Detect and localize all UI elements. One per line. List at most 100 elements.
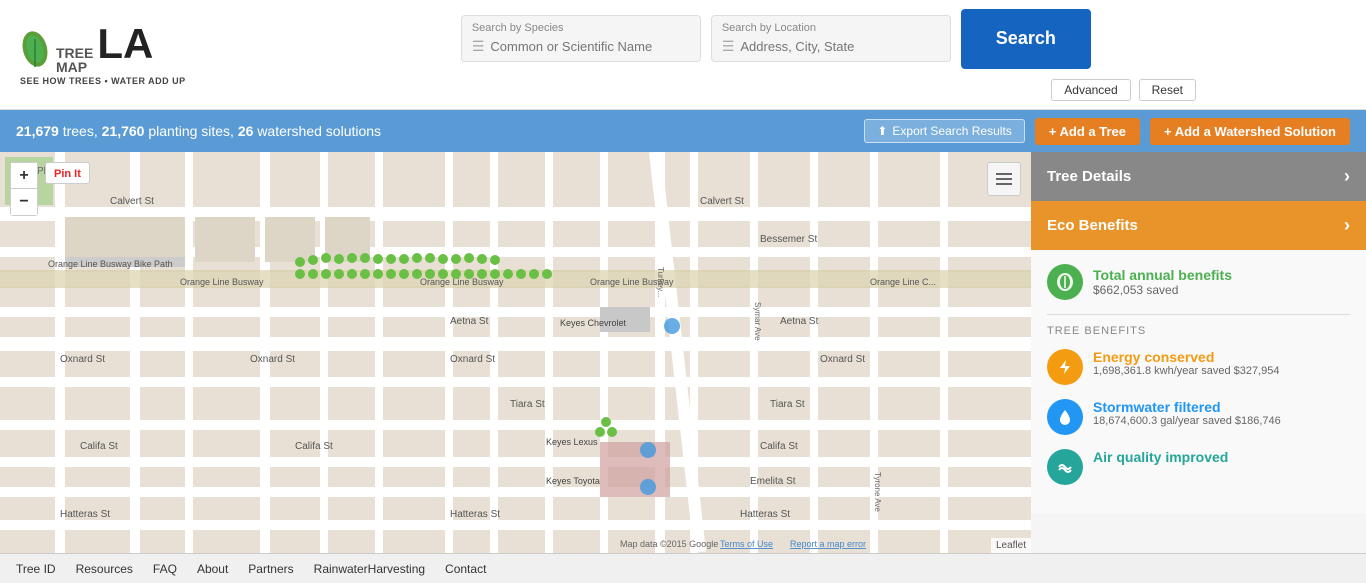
svg-text:Orange Line C...: Orange Line C... [870, 277, 936, 287]
footer-contact[interactable]: Contact [445, 562, 486, 576]
eco-benefits-label: Eco Benefits [1047, 217, 1138, 234]
svg-text:Oxnard St: Oxnard St [250, 354, 295, 365]
svg-text:Aetna St: Aetna St [450, 316, 489, 327]
svg-text:Califa St: Califa St [760, 441, 798, 452]
energy-text: Energy conserved 1,698,361.8 kwh/year sa… [1093, 349, 1280, 377]
sites-label: planting sites, [148, 123, 238, 139]
species-input[interactable] [490, 39, 689, 54]
svg-text:Hatteras St: Hatteras St [60, 509, 110, 520]
svg-text:Report a map error: Report a map error [790, 539, 866, 549]
energy-icon [1047, 349, 1083, 385]
air-quality-icon [1047, 449, 1083, 485]
main-content: Plano Park Calvert St Calvert St Besseme… [0, 152, 1366, 553]
search-button[interactable]: Search [961, 9, 1091, 69]
watershed-label: watershed solutions [257, 123, 381, 139]
svg-text:Map data ©2015 Google: Map data ©2015 Google [620, 539, 718, 549]
footer-faq[interactable]: FAQ [153, 562, 177, 576]
species-search-box: Search by Species ☰ [461, 15, 701, 62]
svg-text:Emelita St: Emelita St [750, 476, 796, 487]
map-canvas: Plano Park Calvert St Calvert St Besseme… [0, 152, 1031, 553]
energy-value: 1,698,361.8 kwh/year saved $327,954 [1093, 365, 1280, 377]
tree-details-label: Tree Details [1047, 168, 1131, 185]
stormwater-text: Stormwater filtered 18,674,600.3 gal/yea… [1093, 399, 1281, 427]
svg-text:Califa St: Califa St [295, 441, 333, 452]
logo: TREE MAP LA [20, 23, 153, 74]
svg-text:Aetna St: Aetna St [780, 316, 819, 327]
layers-button[interactable] [987, 162, 1021, 196]
export-button[interactable]: ⬆ Export Search Results [864, 119, 1024, 143]
leaf-icon [20, 29, 50, 69]
hamburger-icon: ☰ [472, 38, 485, 55]
map-area[interactable]: Plano Park Calvert St Calvert St Besseme… [0, 152, 1031, 553]
air-quality-label: Air quality improved [1093, 449, 1228, 465]
svg-text:Orange Line Busway Bike Path: Orange Line Busway Bike Path [48, 259, 173, 269]
total-benefits-icon [1047, 264, 1083, 300]
zoom-in-button[interactable]: + [11, 163, 37, 189]
right-panel: Tree Details › Eco Benefits › Total an [1031, 152, 1366, 553]
svg-text:Keyes Chevrolet: Keyes Chevrolet [560, 318, 627, 328]
trees-label: trees, [63, 123, 102, 139]
footer-tree-id[interactable]: Tree ID [16, 562, 56, 576]
trees-count: 21,679 [16, 123, 59, 139]
search-inputs: Search by Species ☰ Search by Location ☰ [461, 15, 951, 62]
total-benefits: Total annual benefits $662,053 saved [1047, 264, 1350, 300]
svg-text:Orange Line Busway: Orange Line Busway [180, 277, 264, 287]
location-label: Search by Location [722, 22, 940, 34]
species-input-row: ☰ [472, 38, 690, 55]
air-icon [1056, 458, 1074, 476]
tree-details-chevron: › [1344, 166, 1350, 187]
logo-map-text: MAP [56, 60, 93, 74]
footer-rainwater[interactable]: RainwaterHarvesting [314, 562, 425, 576]
advanced-button[interactable]: Advanced [1051, 79, 1130, 101]
pin-label: Pin It [54, 168, 81, 180]
total-benefits-value: $662,053 saved [1093, 283, 1232, 297]
advanced-reset-row: Advanced Reset [206, 79, 1346, 101]
bolt-icon [1056, 358, 1074, 376]
svg-text:Hatteras St: Hatteras St [740, 509, 790, 520]
logo-area: TREE MAP LA SEE HOW TREES • WATER ADD UP [20, 23, 186, 86]
svg-text:Calvert St: Calvert St [110, 196, 154, 207]
svg-text:Orange Line Busway: Orange Line Busway [420, 277, 504, 287]
energy-label: Energy conserved [1093, 349, 1280, 365]
add-tree-button[interactable]: + Add a Tree [1035, 118, 1140, 145]
stormwater-icon [1047, 399, 1083, 435]
eco-benefits-header[interactable]: Eco Benefits › [1031, 201, 1366, 250]
svg-text:Symar Ave: Symar Ave [753, 302, 762, 341]
species-label: Search by Species [472, 22, 690, 34]
air-quality-benefit: Air quality improved [1047, 449, 1350, 485]
location-input[interactable] [740, 39, 939, 54]
svg-text:Calvert St: Calvert St [700, 196, 744, 207]
footer-partners[interactable]: Partners [248, 562, 293, 576]
map-attribution: Leaflet [991, 538, 1031, 553]
total-benefits-label: Total annual benefits [1093, 267, 1232, 283]
tree-details-header[interactable]: Tree Details › [1031, 152, 1366, 201]
add-watershed-button[interactable]: + Add a Watershed Solution [1150, 118, 1350, 145]
svg-text:Tyrone Ave: Tyrone Ave [873, 472, 882, 512]
sites-count: 21,760 [102, 123, 145, 139]
svg-text:Terms of Use: Terms of Use [720, 539, 773, 549]
zoom-controls: + − [10, 162, 38, 216]
energy-benefit: Energy conserved 1,698,361.8 kwh/year sa… [1047, 349, 1350, 385]
zoom-out-button[interactable]: − [11, 189, 37, 215]
stats-text: 21,679 trees, 21,760 planting sites, 26 … [16, 123, 854, 139]
svg-text:Oxnard St: Oxnard St [820, 354, 865, 365]
stats-bar: 21,679 trees, 21,760 planting sites, 26 … [0, 110, 1366, 152]
search-row: Search by Species ☰ Search by Location ☰… [206, 9, 1346, 69]
stormwater-label: Stormwater filtered [1093, 399, 1281, 415]
location-icon: ☰ [722, 38, 735, 55]
svg-text:Oxnard St: Oxnard St [450, 354, 495, 365]
svg-text:Keyes Toyota: Keyes Toyota [546, 476, 600, 486]
svg-text:Tiara St: Tiara St [770, 399, 805, 410]
water-drop-icon [1056, 408, 1074, 426]
footer-about[interactable]: About [197, 562, 228, 576]
pin-button[interactable]: Pin It [45, 162, 90, 184]
svg-text:Hatteras St: Hatteras St [450, 509, 500, 520]
stormwater-value: 18,674,600.3 gal/year saved $186,746 [1093, 415, 1281, 427]
export-icon: ⬆ [877, 124, 887, 138]
footer-resources[interactable]: Resources [76, 562, 133, 576]
logo-text-block: TREE MAP LA [56, 23, 153, 74]
search-area: Search by Species ☰ Search by Location ☰… [206, 9, 1346, 101]
svg-text:Tiara St: Tiara St [510, 399, 545, 410]
reset-button[interactable]: Reset [1139, 79, 1196, 101]
svg-text:Califa St: Califa St [80, 441, 118, 452]
